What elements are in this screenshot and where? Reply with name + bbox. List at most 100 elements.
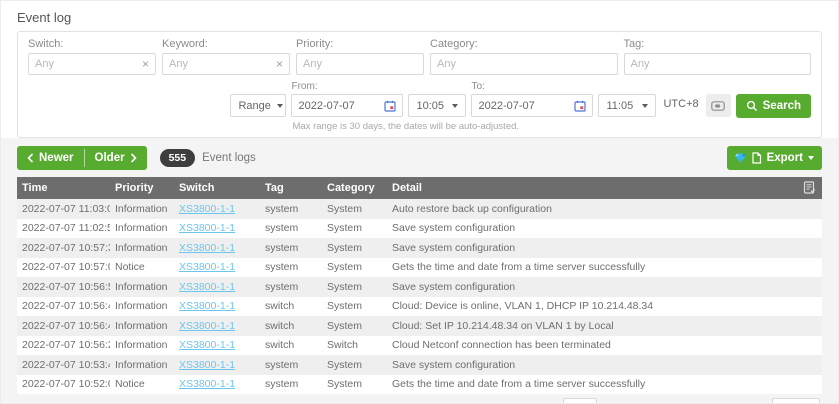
row-detail: Cloud: Device is online, VLAN 1, DHCP IP… — [387, 300, 822, 312]
switch-link[interactable]: XS3800-1-1 — [179, 359, 235, 371]
row-priority: Information — [110, 359, 174, 371]
chevron-left-icon — [27, 153, 34, 163]
row-tag: system — [260, 281, 322, 293]
search-button[interactable]: Search — [736, 94, 811, 118]
row-detail: Auto restore back up configuration — [387, 203, 822, 215]
reset-filters-button[interactable] — [706, 94, 731, 117]
filter-field-keyword: Keyword: × — [162, 38, 290, 75]
row-detail: Save system configuration — [387, 281, 822, 293]
caret-down-icon — [808, 156, 814, 160]
range-mode-select[interactable]: Range — [230, 94, 286, 117]
col-detail[interactable]: Detail — [387, 182, 822, 194]
row-priority: Notice — [110, 378, 174, 390]
category-filter-input[interactable] — [437, 58, 611, 70]
to-date-field — [471, 94, 593, 117]
from-time-select[interactable]: 10:05 — [408, 94, 466, 117]
calendar-icon[interactable] — [574, 100, 586, 112]
row-time: 2022-07-07 10:56:54 — [17, 281, 110, 293]
priority-filter-box — [296, 53, 424, 75]
filter-panel: Switch: × Keyword: × Priority: — [17, 31, 822, 138]
row-tag: system — [260, 359, 322, 371]
from-date-group: From: Max range is 30 days, the dates wi… — [291, 81, 403, 117]
from-time-value: 10:05 — [416, 100, 444, 112]
older-button-label: Older — [95, 152, 125, 164]
switch-link[interactable]: XS3800-1-1 — [179, 261, 235, 273]
switch-filter-input[interactable] — [35, 58, 138, 70]
switch-link[interactable]: XS3800-1-1 — [179, 281, 235, 293]
from-label: From: — [291, 81, 403, 92]
row-tag: system — [260, 378, 322, 390]
keyword-filter-input[interactable] — [169, 58, 272, 70]
export-button-label: Export — [767, 152, 803, 164]
row-time: 2022-07-07 10:57:01 — [17, 261, 110, 273]
event-count-label: Event logs — [202, 152, 256, 164]
row-detail: Cloud Netconf connection has been termin… — [387, 339, 822, 351]
row-category: System — [322, 359, 387, 371]
row-priority: Information — [110, 320, 174, 332]
col-tag[interactable]: Tag — [260, 182, 322, 194]
col-switch[interactable]: Switch — [174, 182, 260, 194]
column-selector-icon[interactable] — [803, 181, 816, 194]
export-file-icon — [751, 152, 762, 164]
priority-filter-input[interactable] — [303, 58, 417, 70]
row-category: System — [322, 378, 387, 390]
newer-older-buttons: Newer Older — [17, 146, 147, 170]
switch-link[interactable]: XS3800-1-1 — [179, 320, 235, 332]
caret-down-icon — [642, 104, 648, 108]
row-time: 2022-07-07 11:02:56 — [17, 222, 110, 234]
table-row: 2022-07-07 10:57:39 Information XS3800-1… — [17, 238, 822, 258]
row-time: 2022-07-07 10:56:45 — [17, 320, 110, 332]
event-log-screen: Event log Switch: × Keyword: × Priority: — [0, 0, 839, 404]
table-row: 2022-07-07 10:56:54 Information XS3800-1… — [17, 277, 822, 297]
row-detail: Cloud: Set IP 10.214.48.34 on VLAN 1 by … — [387, 320, 822, 332]
tag-filter-label: Tag: — [624, 38, 812, 50]
newer-button[interactable]: Newer — [17, 146, 84, 170]
switch-link[interactable]: XS3800-1-1 — [179, 300, 235, 312]
from-date-input[interactable] — [298, 100, 384, 112]
switch-link[interactable]: XS3800-1-1 — [179, 242, 235, 254]
row-priority: Notice — [110, 261, 174, 273]
table-row: 2022-07-07 11:03:01 Information XS3800-1… — [17, 199, 822, 219]
results-per-page-select[interactable]: 10 — [772, 398, 820, 404]
table-row: 2022-07-07 11:02:56 Information XS3800-1… — [17, 219, 822, 239]
page-number-input[interactable] — [563, 398, 597, 404]
timezone-label: UTC+8 — [661, 98, 700, 110]
switch-link[interactable]: XS3800-1-1 — [179, 203, 235, 215]
switch-link[interactable]: XS3800-1-1 — [179, 222, 235, 234]
older-button[interactable]: Older — [85, 146, 147, 170]
col-time[interactable]: Time — [17, 182, 110, 194]
keyword-filter-box: × — [162, 53, 290, 75]
table-row: 2022-07-07 10:52:08 Notice XS3800-1-1 sy… — [17, 375, 822, 395]
pro-gem-icon — [735, 153, 746, 163]
col-category[interactable]: Category — [322, 182, 387, 194]
to-date-input[interactable] — [478, 100, 574, 112]
keyword-filter-label: Keyword: — [162, 38, 290, 50]
row-time: 2022-07-07 10:56:46 — [17, 300, 110, 312]
clear-keyword-icon[interactable]: × — [272, 58, 283, 70]
tag-filter-input[interactable] — [631, 58, 805, 70]
to-time-select[interactable]: 11:05 — [598, 94, 656, 117]
row-category: Switch — [322, 339, 387, 351]
to-label: To: — [471, 81, 593, 92]
row-detail: Gets the time and date from a time serve… — [387, 378, 822, 390]
search-icon — [746, 100, 758, 112]
row-category: System — [322, 222, 387, 234]
row-priority: Information — [110, 300, 174, 312]
filter-field-category: Category: — [430, 38, 618, 75]
row-priority: Information — [110, 203, 174, 215]
table-header: Time Priority Switch Tag Category Detail — [17, 177, 822, 199]
caret-down-icon — [277, 104, 283, 108]
export-button[interactable]: Export — [727, 146, 822, 170]
priority-filter-label: Priority: — [296, 38, 424, 50]
clear-switch-icon[interactable]: × — [138, 58, 149, 70]
col-priority[interactable]: Priority — [110, 182, 174, 194]
calendar-icon[interactable] — [384, 100, 396, 112]
row-tag: system — [260, 242, 322, 254]
switch-filter-label: Switch: — [28, 38, 156, 50]
switch-link[interactable]: XS3800-1-1 — [179, 339, 235, 351]
switch-link[interactable]: XS3800-1-1 — [179, 378, 235, 390]
reset-filters-icon — [711, 101, 725, 111]
row-tag: system — [260, 261, 322, 273]
filter-row: Switch: × Keyword: × Priority: — [28, 38, 811, 75]
switch-filter-box: × — [28, 53, 156, 75]
